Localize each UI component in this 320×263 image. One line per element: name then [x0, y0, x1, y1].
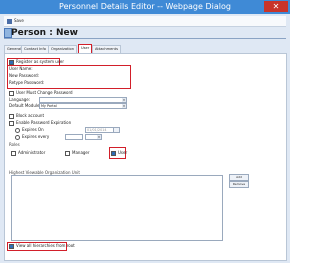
retype-password-label: Retype Password: [9, 80, 45, 85]
expires-on-date[interactable]: 01/01/2014 [85, 127, 114, 133]
new-password-label: New Password: [9, 73, 40, 78]
window-title: Personnel Details Editor -- Webpage Dial… [59, 2, 231, 11]
must-change-checkbox[interactable] [9, 90, 14, 96]
close-icon[interactable]: ✕ [264, 1, 288, 12]
chevron-down-icon: ▾ [122, 98, 126, 102]
expires-every-label: Expires every [22, 134, 50, 139]
tab-organization[interactable]: Organization [48, 45, 77, 53]
add-org-button[interactable]: Add [229, 174, 249, 181]
default-module-value: My Portal [41, 104, 57, 108]
enable-expiration-row: Enable Password Expiration [9, 120, 72, 126]
user-name-label: User Name: [9, 66, 33, 71]
expires-every-row: Expires every ▾ [15, 134, 165, 140]
expires-on-label: Expires On [22, 127, 44, 132]
chevron-down-icon: ▾ [122, 104, 126, 108]
expires-every-radio[interactable] [15, 134, 20, 140]
new-password-row: New Password: [9, 73, 129, 78]
lock-account-label: Block account [16, 113, 45, 118]
enable-expiration-checkbox[interactable] [9, 120, 14, 126]
language-label: Language: [9, 97, 31, 102]
administrator-checkbox[interactable] [11, 150, 16, 156]
role-administrator: Administrator [11, 150, 46, 156]
expires-every-field[interactable] [65, 134, 83, 140]
enable-expiration-label: Enable Password Expiration [16, 120, 72, 125]
default-module-row: Default Module: My Portal ▾ [9, 103, 129, 109]
must-change-label: User Must Change Password [16, 90, 73, 95]
tab-contact-info[interactable]: Contact Info [21, 45, 49, 53]
org-unit-tree[interactable] [11, 175, 223, 241]
must-change-row: User Must Change Password [9, 90, 73, 96]
register-row: Register as system user [9, 59, 65, 65]
roles-header: Roles [9, 142, 20, 147]
user-role-label: User [118, 150, 128, 155]
view-all-label: View all hierarchies from root [16, 243, 75, 248]
user-tab-panel: Register as system user User Name: New P… [4, 53, 287, 261]
default-module-label: Default Module: [9, 103, 41, 108]
toolbar: Save [4, 16, 286, 27]
save-icon [7, 18, 12, 24]
user-name-row: User Name: [9, 66, 129, 71]
view-all-checkbox[interactable] [9, 243, 14, 249]
expires-every-unit[interactable]: ▾ [85, 134, 102, 140]
expires-on-radio[interactable] [15, 127, 20, 133]
manager-checkbox[interactable] [65, 150, 70, 156]
title-bar: Personnel Details Editor -- Webpage Dial… [0, 0, 290, 14]
save-label: Save [14, 18, 24, 23]
role-manager: Manager [65, 150, 90, 156]
remove-org-button[interactable]: Remove [229, 181, 249, 188]
roles-header-label: Roles [9, 142, 20, 147]
page-title: Person : New [11, 28, 78, 38]
save-button[interactable]: Save [7, 17, 24, 25]
user-role-checkbox[interactable] [111, 150, 116, 156]
register-label: Register as system user [16, 59, 65, 64]
lock-account-checkbox[interactable] [9, 113, 14, 119]
dialog-window: Personnel Details Editor -- Webpage Dial… [0, 0, 290, 263]
retype-password-row: Retype Password: [9, 80, 129, 85]
lock-account-row: Block account [9, 113, 45, 119]
role-user: User [111, 150, 128, 156]
language-row: Language: ▾ [9, 97, 129, 103]
expires-on-value: 01/01/2014 [87, 128, 107, 132]
manager-label: Manager [72, 150, 90, 155]
tab-attachments[interactable]: Attachments [92, 45, 121, 53]
register-checkbox[interactable] [9, 59, 14, 65]
default-module-select[interactable]: My Portal ▾ [39, 103, 127, 109]
administrator-label: Administrator [18, 150, 46, 155]
heading-divider [4, 38, 286, 39]
expires-on-row: Expires On 01/01/2014 [15, 127, 165, 133]
chevron-down-icon: ▾ [97, 135, 101, 139]
view-all-row: View all hierarchies from root [9, 243, 75, 249]
calendar-icon[interactable] [113, 127, 120, 133]
